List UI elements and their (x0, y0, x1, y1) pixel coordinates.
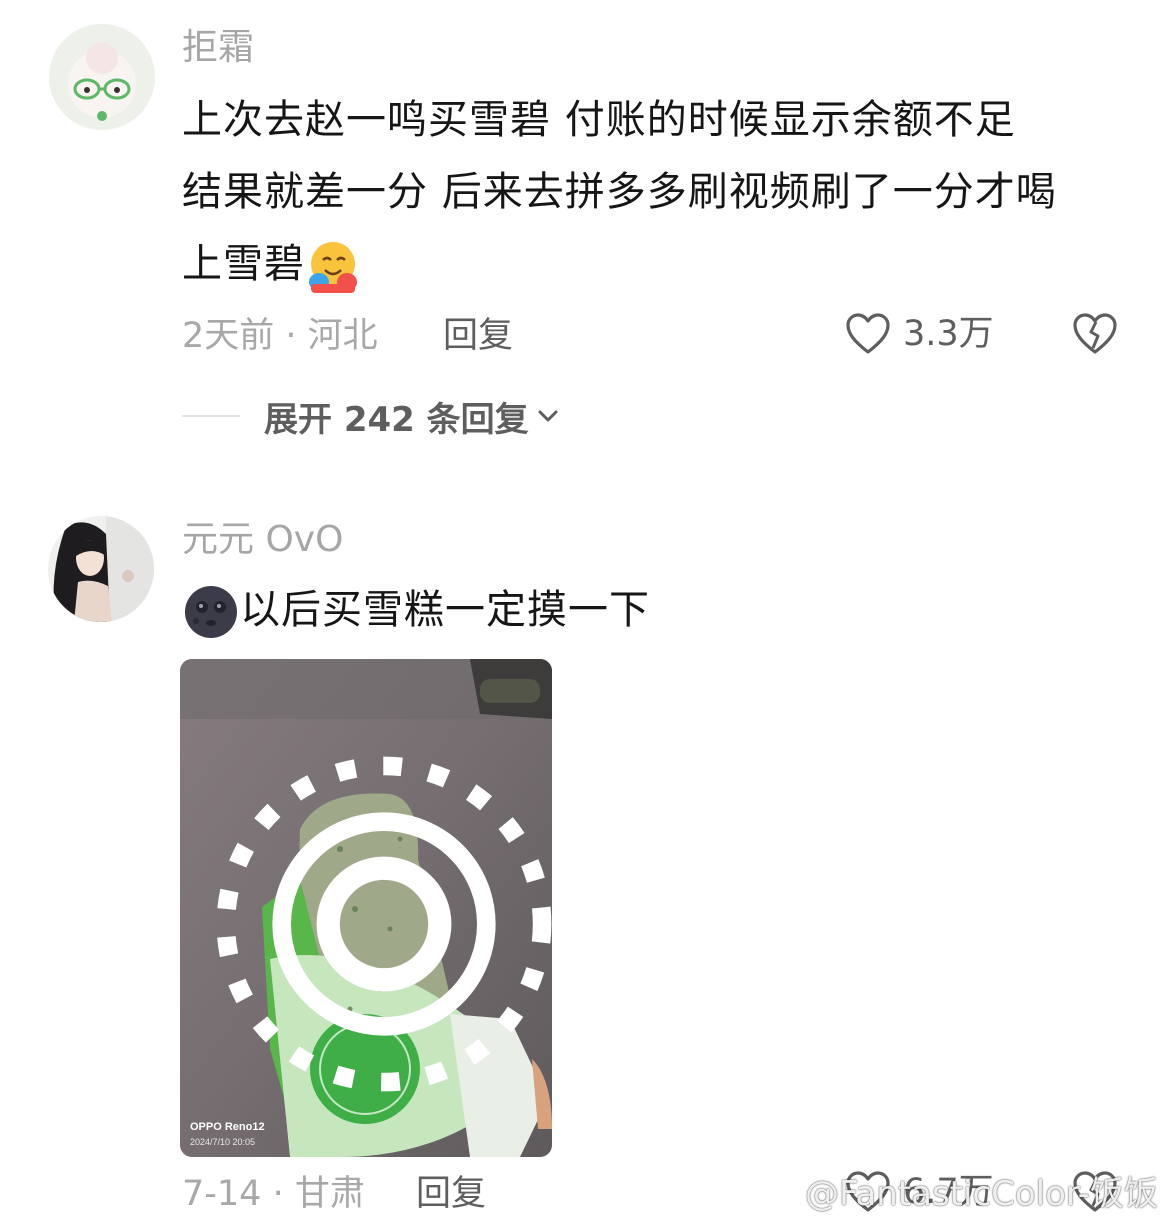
comment-line: 上雪碧 (182, 228, 1142, 300)
comment-photo[interactable]: OPPO Reno12 2024/7/10 20:05 (180, 659, 552, 1157)
chevron-down-icon (538, 410, 558, 422)
comment-line-text: 以后买雪糕一定摸一下 (240, 587, 650, 633)
meta-separator: · (261, 1174, 295, 1214)
watermark: @FantasticColor-饭饭 (755, 1166, 1158, 1215)
comment-line: 上次去赵一鸣买雪碧 付账的时候显示余额不足 (182, 97, 1016, 143)
broken-heart-icon (1073, 313, 1117, 354)
comment-time: 2天前 (182, 316, 275, 356)
photo-timestamp: 2024/7/10 20:05 (190, 1137, 256, 1147)
hugging-face-emoji-icon (305, 238, 361, 294)
comment-meta: 2天前 · 河北 (182, 316, 378, 356)
comment-location: 河北 (307, 316, 378, 356)
comment-meta: 7-14 · 甘肃 (182, 1174, 365, 1214)
like-count: 3.3万 (903, 314, 994, 354)
photo-camera-brand: OPPO Reno12 (190, 1121, 265, 1133)
avatar[interactable] (48, 516, 154, 622)
username[interactable]: 元元 OvO (182, 520, 343, 560)
comment-text: 以后买雪糕一定摸一下 (182, 574, 1142, 646)
meta-separator: · (274, 316, 308, 356)
dislike-button[interactable] (1072, 312, 1118, 356)
comment-time: 7-14 (182, 1174, 262, 1214)
expand-replies-label: 展开 242 条回复 (264, 399, 529, 440)
watermark-text: @FantasticColor-饭饭 (804, 1174, 1158, 1214)
divider (182, 415, 240, 417)
heart-icon (846, 313, 890, 354)
comment-line: 以后买雪糕一定摸一下 (182, 574, 1142, 646)
comment-line: 结果就差一分 后来去拼多多刷视频刷了一分才喝 (182, 169, 1057, 215)
avatar[interactable] (49, 24, 155, 130)
username[interactable]: 拒霜 (182, 28, 254, 68)
expand-replies-button[interactable]: 展开 242 条回复 (182, 392, 559, 440)
comment-line-text: 上雪碧 (182, 241, 305, 287)
like-button[interactable]: 3.3万 (845, 312, 994, 356)
new-moon-face-emoji-icon (182, 583, 240, 641)
comment-location: 甘肃 (294, 1174, 365, 1214)
weibo-logo-icon (755, 1177, 797, 1207)
reply-button[interactable]: 回复 (443, 316, 513, 356)
comment-text: 上次去赵一鸣买雪碧 付账的时候显示余额不足 结果就差一分 后来去拼多多刷视频刷了… (182, 84, 1142, 300)
comment-list: 拒霜 上次去赵一鸣买雪碧 付账的时候显示余额不足 结果就差一分 后来去拼多多刷视… (0, 0, 1170, 1225)
live-photo-icon (216, 756, 552, 1092)
reply-button[interactable]: 回复 (416, 1174, 486, 1214)
